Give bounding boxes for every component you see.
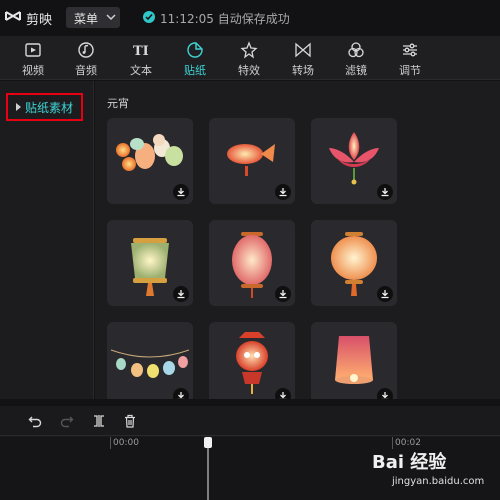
sticker-tile-sky-lantern[interactable] (311, 322, 397, 399)
audio-icon (78, 42, 94, 58)
video-icon (25, 43, 41, 57)
media-toolbar: 视频 音频 TI 文本 贴纸 特效 转场 滤镜 调节 (0, 36, 500, 80)
tab-sticker[interactable]: 贴纸 (172, 36, 218, 80)
title-bar: 剪映 菜单 11:12:05 自动保存成功 (0, 0, 500, 36)
tab-sticker-label: 贴纸 (184, 64, 206, 77)
time-start-label: 00:00 (113, 438, 139, 448)
tab-effects[interactable]: 特效 (226, 36, 272, 80)
caret-right-icon (16, 103, 21, 111)
app-name: 剪映 (26, 13, 53, 28)
download-icon[interactable] (173, 388, 189, 399)
transition-icon (295, 42, 311, 58)
playhead-handle[interactable] (203, 437, 213, 500)
download-icon[interactable] (275, 184, 291, 200)
effects-icon (240, 41, 258, 59)
split-icon[interactable] (92, 414, 106, 428)
menu-button[interactable]: 菜单 (66, 7, 120, 28)
sticker-tile-red-lantern[interactable] (209, 322, 295, 399)
svg-text:TI: TI (133, 44, 149, 59)
tab-audio[interactable]: 音频 (63, 36, 109, 80)
download-icon[interactable] (275, 286, 291, 302)
sticker-tile-pink-lantern[interactable] (209, 220, 295, 306)
time-mark-label: 00:02 (395, 438, 421, 448)
tab-text-label: 文本 (130, 64, 152, 77)
adjust-icon (403, 43, 417, 57)
tab-filter-label: 滤镜 (345, 64, 367, 77)
download-icon[interactable] (275, 388, 291, 399)
tab-adjust-label: 调节 (399, 64, 421, 77)
download-icon[interactable] (173, 184, 189, 200)
baidu-watermark: Bai 经验 jingyan.baidu.com (372, 448, 492, 496)
sticker-icon (187, 42, 203, 58)
tab-transition[interactable]: 转场 (280, 36, 326, 80)
autosave-status: 11:12:05 自动保存成功 (160, 12, 290, 26)
sticker-tile-green-lantern[interactable] (107, 220, 193, 306)
chevron-down-icon (106, 14, 116, 21)
filter-icon (348, 42, 364, 58)
download-icon[interactable] (377, 286, 393, 302)
watermark-sub: jingyan.baidu.com (392, 476, 485, 487)
text-icon: TI (133, 44, 149, 59)
tab-audio-label: 音频 (75, 64, 97, 77)
download-icon[interactable] (377, 388, 393, 399)
save-success-icon (143, 11, 155, 23)
tab-text[interactable]: TI 文本 (118, 36, 164, 80)
tab-video-label: 视频 (22, 64, 44, 77)
tab-adjust[interactable]: 调节 (387, 36, 433, 80)
tab-transition-label: 转场 (292, 64, 314, 77)
menu-label: 菜单 (74, 12, 99, 26)
tab-filter[interactable]: 滤镜 (333, 36, 379, 80)
redo-icon[interactable] (60, 414, 74, 428)
tick-line (110, 437, 111, 449)
category-sticker-material[interactable]: 贴纸素材 (6, 93, 83, 121)
sticker-panel: 元宵 (95, 81, 500, 399)
delete-icon[interactable] (123, 414, 137, 428)
sticker-tile-fish-lantern[interactable] (209, 118, 295, 204)
sticker-tile-lantern-cluster[interactable] (107, 118, 193, 204)
sticker-tile-lotus-lantern[interactable] (311, 118, 397, 204)
tab-video[interactable]: 视频 (10, 36, 56, 80)
sticker-tile-round-lantern[interactable] (311, 220, 397, 306)
tab-effects-label: 特效 (238, 64, 260, 77)
timeline-toolbar (0, 406, 500, 436)
undo-icon[interactable] (28, 414, 42, 428)
section-title: 元宵 (107, 97, 129, 110)
category-sidebar: 贴纸素材 (0, 81, 94, 399)
sticker-tile-lantern-string[interactable] (107, 322, 193, 399)
capcut-logo-icon (5, 11, 21, 21)
download-icon[interactable] (377, 184, 393, 200)
category-label: 贴纸素材 (25, 101, 74, 115)
watermark-main: Bai 经验 (372, 452, 447, 473)
download-icon[interactable] (173, 286, 189, 302)
